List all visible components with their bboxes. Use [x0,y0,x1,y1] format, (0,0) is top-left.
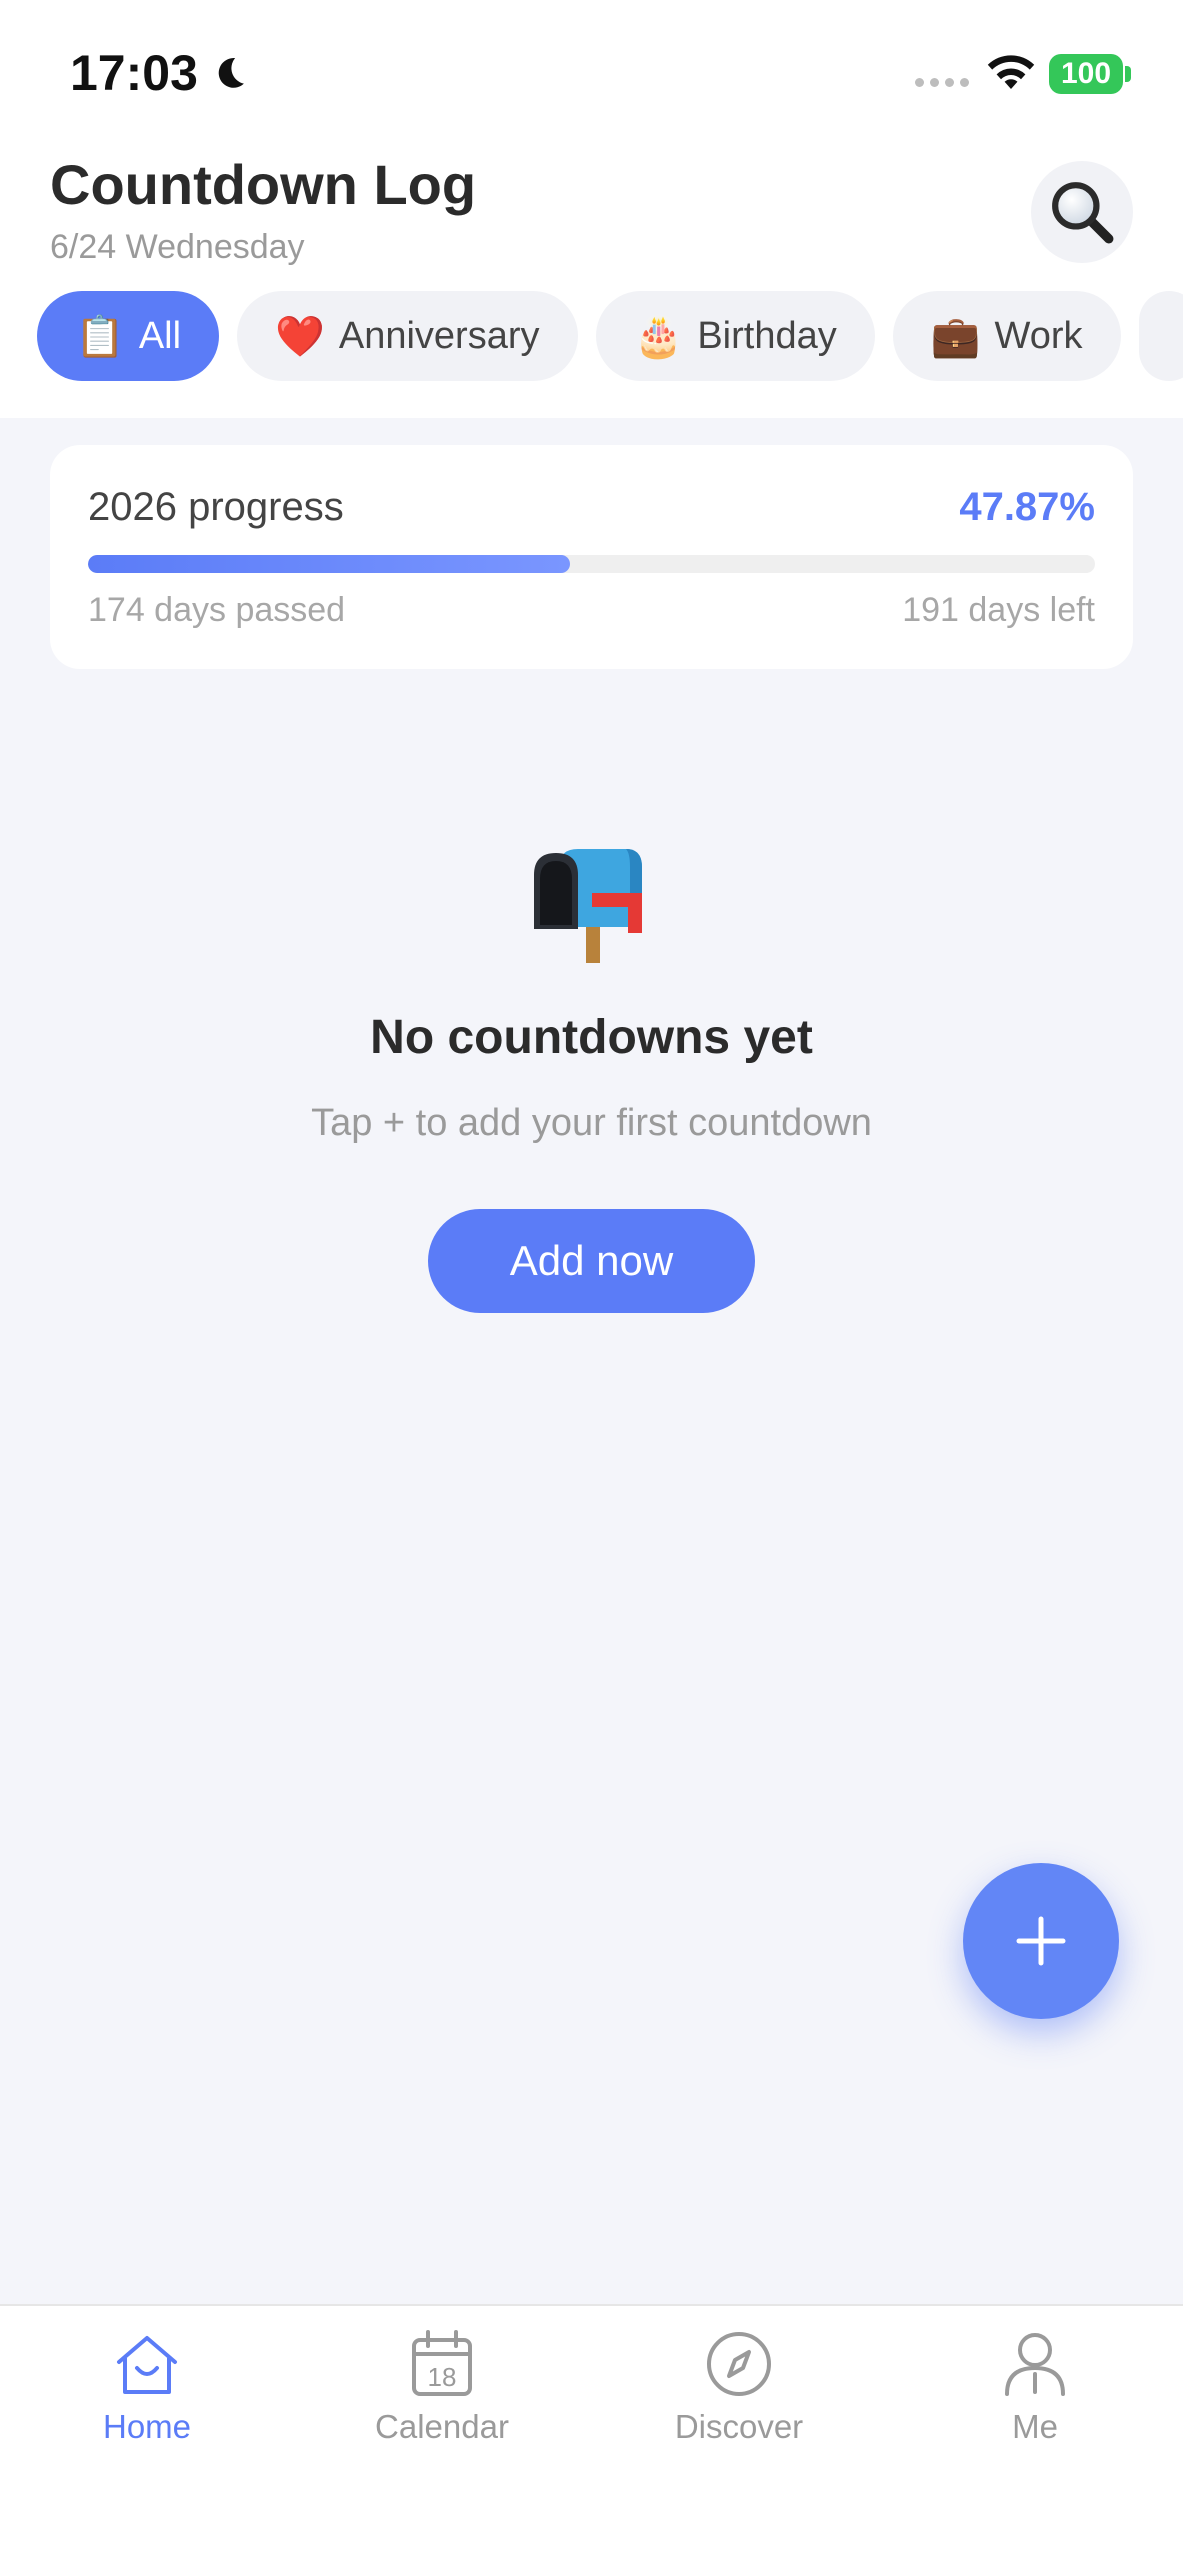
date-subtitle: 6/24 Wednesday [50,228,305,266]
year-progress-card: 2026 progress 47.87% 174 days passed 191… [50,445,1133,669]
cellular-signal-icon [915,78,969,87]
person-icon [1005,2333,1065,2396]
search-button[interactable] [1031,161,1133,263]
battery-level: 100 [1060,57,1112,90]
chip-label: Birthday [697,314,837,357]
year-progress-track [88,555,1095,573]
plus-icon [1016,1916,1066,1966]
category-chip-anniversary[interactable]: ❤️ Anniversary [237,291,578,381]
tab-home[interactable]: Home [37,2328,257,2446]
cake-icon: 🎂 [633,314,684,359]
chip-label: Work [994,314,1083,357]
days-left-text: 191 days left [902,591,1095,629]
battery-indicator: 100 [1049,54,1123,94]
add-countdown-fab[interactable] [963,1863,1119,2019]
compass-icon [707,2332,771,2396]
briefcase-icon: 💼 [930,314,981,359]
add-now-button[interactable]: Add now [428,1209,755,1313]
tab-label: Home [102,2408,192,2445]
calendar-day-number: 18 [428,2362,457,2392]
page-title: Countdown Log [50,153,477,216]
chip-label: All [138,314,182,357]
days-passed-text: 174 days passed [88,591,346,629]
tab-label: Me [1012,2408,1058,2445]
year-progress-label: 2026 progress [88,485,344,529]
year-progress-fill [88,555,571,573]
battery-tip [1125,66,1131,82]
tab-label: Calendar [375,2408,509,2445]
header-area: 17:03 100 Countdown Log 6/24 Wednesday 📋… [0,0,1183,418]
category-chip-birthday[interactable]: 🎂 Birthday [595,291,875,381]
chip-label: Anniversary [338,314,540,357]
tab-label: Discover [674,2408,804,2445]
category-chip-all[interactable]: 📋 All [37,291,220,381]
status-bar-time: 17:03 [70,44,250,102]
empty-state-subtitle: Tap + to add your first countdown [311,1102,872,1144]
category-chip-more[interactable] [1138,291,1183,381]
clock-text: 17:03 [70,45,198,101]
heart-icon: ❤️ [275,314,325,359]
clipboard-icon: 📋 [75,314,125,359]
bottom-tab-bar: Home 18 Calendar Discover Me [0,2304,1183,2560]
home-icon [117,2336,177,2394]
app-screen: 17:03 100 Countdown Log 6/24 Wednesday 📋… [0,0,1183,2560]
magnifier-icon [1052,182,1114,244]
mailbox-icon [534,849,642,963]
wifi-icon [987,55,1035,89]
tab-calendar[interactable]: 18 Calendar [332,2328,552,2446]
moon-icon [218,58,244,88]
category-filter-bar: 📋 All ❤️ Anniversary 🎂 Birthday 💼 Work [37,291,1183,381]
tab-discover[interactable]: Discover [629,2328,849,2446]
category-chip-work[interactable]: 💼 Work [892,291,1121,381]
empty-state-title: No countdowns yet [370,1011,813,1064]
calendar-icon: 18 [412,2330,472,2396]
tab-me[interactable]: Me [925,2328,1145,2446]
year-progress-percent: 47.87% [959,485,1095,529]
